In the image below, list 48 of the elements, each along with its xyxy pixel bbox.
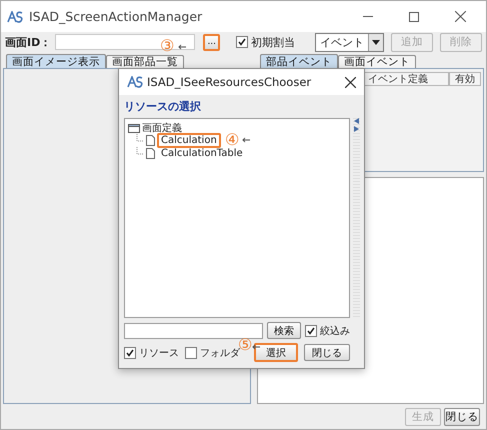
maximize-icon[interactable] <box>409 12 419 22</box>
window-title: ISAD_ScreenActionManager <box>29 9 204 24</box>
tab[interactable]: 部品イベント <box>260 54 338 68</box>
open-folder-icon[interactable] <box>128 122 140 132</box>
left-arrow-icon[interactable] <box>354 118 359 124</box>
dialog-title: ISAD_ISeeResourcesChooser <box>147 75 312 89</box>
close-icon[interactable] <box>345 76 356 88</box>
search-button[interactable]: 検索 <box>267 322 301 339</box>
tab[interactable]: 画面部品一覧 <box>106 55 184 68</box>
screen-id-label: 画面ID： <box>5 34 52 50</box>
step-number: ③ <box>160 37 174 54</box>
dialog-button[interactable]: 選択 <box>254 343 298 362</box>
arrow-icon <box>178 44 186 50</box>
arrow-icon <box>252 344 260 350</box>
search-field[interactable] <box>124 322 264 338</box>
step-number: ④ <box>225 131 240 148</box>
arrow-icon <box>242 137 250 143</box>
tab[interactable]: 画面イメージ表示 <box>6 54 106 68</box>
checkbox[interactable] <box>124 346 136 358</box>
tree-item[interactable]: 画面定義 <box>142 120 182 134</box>
screen-id-field[interactable] <box>55 34 196 50</box>
document-icon <box>146 148 155 159</box>
tree-item[interactable]: Calculation <box>157 133 221 148</box>
checkbox[interactable] <box>236 36 248 48</box>
caret-icon[interactable] <box>372 40 380 44</box>
step-number: ⑤ <box>238 336 252 353</box>
minimize-icon[interactable] <box>363 16 373 18</box>
dialog-button[interactable]: 閉じる <box>304 344 350 361</box>
checkbox-label: リソース <box>139 346 179 360</box>
checkbox-label: 絞込み <box>320 324 350 338</box>
dialog-logo-icon <box>127 76 143 88</box>
column-header: 有効 <box>449 72 481 86</box>
tree-item[interactable]: CalculationTable <box>157 146 247 161</box>
tab[interactable]: 画面イベント <box>338 55 416 68</box>
checkbox[interactable] <box>185 346 197 358</box>
section-title: リソースの選択 <box>124 99 202 114</box>
close-icon[interactable] <box>454 11 466 22</box>
footer-button[interactable]: 閉じる <box>444 408 480 426</box>
document-icon <box>146 135 155 146</box>
browse-button[interactable]: ... <box>203 34 220 50</box>
event-dropdown[interactable]: イベント <box>315 32 384 52</box>
checkbox[interactable] <box>305 324 317 336</box>
right-arrow-icon[interactable] <box>354 126 359 132</box>
checkbox-label: フォルダ <box>200 348 240 360</box>
column-header: イベント定義 <box>363 72 449 86</box>
checkbox-label: 初期割当 <box>251 34 296 50</box>
scrollbar[interactable] <box>353 118 360 318</box>
app-logo-icon <box>7 10 23 22</box>
